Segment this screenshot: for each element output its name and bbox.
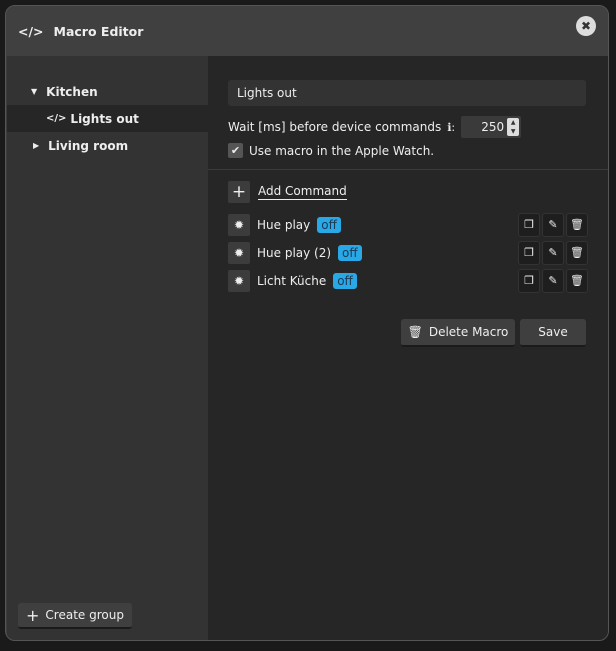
- copy-icon[interactable]: ❐: [518, 269, 540, 293]
- delete-macro-button[interactable]: 🗑 Delete Macro: [401, 319, 515, 347]
- state-badge: off: [333, 273, 357, 289]
- editor-panel: Lights out Wait [ms] before device comma…: [208, 56, 608, 640]
- state-badge: off: [338, 245, 362, 261]
- macro-name-input[interactable]: Lights out: [228, 80, 586, 106]
- copy-icon[interactable]: ❐: [518, 213, 540, 237]
- caret-right-icon: ▶: [33, 141, 40, 150]
- wait-input[interactable]: 250 ▲ ▼: [461, 116, 522, 138]
- pencil-icon[interactable]: ✎: [542, 213, 564, 237]
- trash-icon[interactable]: 🗑: [566, 213, 588, 237]
- command-row: ✹ Hue play (2) off ❐ ✎ 🗑: [228, 241, 588, 265]
- trash-icon[interactable]: 🗑: [566, 241, 588, 265]
- copy-icon[interactable]: ❐: [518, 241, 540, 265]
- add-command-button[interactable]: + Add Command: [228, 181, 347, 203]
- caret-down-icon: ▼: [31, 87, 38, 96]
- light-icon: ✹: [228, 242, 250, 264]
- save-button[interactable]: Save: [520, 319, 586, 347]
- pencil-icon[interactable]: ✎: [542, 269, 564, 293]
- macro-item-lights-out[interactable]: </> Lights out: [7, 105, 208, 132]
- group-living-room[interactable]: ▶ Living room: [7, 132, 208, 159]
- pencil-icon[interactable]: ✎: [542, 241, 564, 265]
- command-row: ✹ Hue play off ❐ ✎ 🗑: [228, 213, 588, 237]
- wait-label: Wait [ms] before device commands: [228, 120, 442, 134]
- sidebar: ▼ Kitchen </> Lights out ▶ Living room + Cre…: [7, 56, 208, 640]
- apple-watch-checkbox[interactable]: ✔ Use macro in the Apple Watch.: [228, 143, 434, 158]
- group-kitchen[interactable]: ▼ Kitchen: [7, 78, 208, 105]
- plus-icon: +: [26, 605, 40, 625]
- window-title: Macro Editor: [53, 23, 144, 39]
- header: </> Macro Editor ✖: [6, 6, 608, 56]
- close-button[interactable]: ✖: [576, 16, 596, 36]
- spinner[interactable]: ▲ ▼: [507, 118, 520, 136]
- plus-icon: +: [228, 181, 250, 203]
- trash-icon[interactable]: 🗑: [566, 269, 588, 293]
- light-icon: ✹: [228, 270, 250, 292]
- code-icon: </>: [18, 23, 44, 39]
- macro-editor-window: </> Macro Editor ✖ ▼ Kitchen </> Lights ou…: [5, 5, 609, 641]
- info-icon[interactable]: ℹ:: [447, 121, 455, 134]
- divider: [208, 169, 608, 170]
- code-icon: </>: [46, 113, 67, 124]
- create-group-button[interactable]: + Create group: [18, 603, 132, 629]
- light-icon: ✹: [228, 214, 250, 236]
- check-icon: ✔: [228, 143, 243, 158]
- trash-icon: 🗑: [407, 325, 423, 339]
- command-row: ✹ Licht Küche off ❐ ✎ 🗑: [228, 269, 588, 293]
- state-badge: off: [317, 217, 341, 233]
